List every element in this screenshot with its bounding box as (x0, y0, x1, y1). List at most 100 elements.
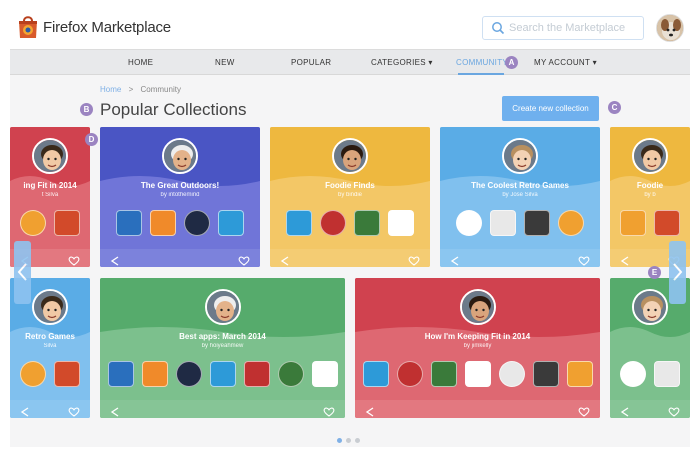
nav-item-popular[interactable]: POPULAR (291, 58, 331, 67)
collection-author: t Silva (41, 192, 59, 198)
app-icon[interactable] (320, 210, 346, 236)
create-collection-button[interactable]: Create new collection (502, 96, 599, 121)
app-icon[interactable] (150, 210, 176, 236)
collection-title[interactable]: Foodie (610, 181, 690, 190)
collection-card[interactable]: The Coolest Retro Games by Jose Silva (440, 127, 600, 267)
app-icon[interactable] (654, 210, 680, 236)
collection-card[interactable]: How I'm Keeping Fit in 2014 by jimkelly (355, 278, 600, 418)
app-icon[interactable] (464, 361, 491, 387)
app-icon[interactable] (20, 210, 46, 236)
carousel-prev-button[interactable] (14, 241, 31, 304)
app-icon[interactable] (20, 361, 46, 387)
collection-card[interactable]: Best apps: March 2014 by hoiyeahmew (100, 278, 345, 418)
app-icon[interactable] (456, 210, 482, 236)
collection-title[interactable]: The Great Outdoors! (100, 181, 260, 190)
collection-author-avatar (332, 138, 368, 174)
nav-item-home[interactable]: HOME (128, 58, 153, 67)
app-icon[interactable] (490, 210, 516, 236)
collection-title[interactable]: The Coolest Retro Games (440, 181, 600, 190)
heart-icon[interactable] (68, 404, 80, 417)
nav-item-categories[interactable]: CATEGORIES ▾ (371, 58, 433, 67)
collection-title[interactable]: Best apps: March 2014 (100, 332, 345, 341)
pagination-dot[interactable] (355, 438, 360, 443)
breadcrumb-current: Community (140, 85, 181, 94)
app-icon[interactable] (175, 361, 202, 387)
collection-card[interactable]: Foodie Finds by bindie (270, 127, 430, 267)
pagination-dot[interactable] (346, 438, 351, 443)
share-icon[interactable] (20, 404, 30, 417)
app-icon[interactable] (116, 210, 142, 236)
app-icon[interactable] (620, 210, 646, 236)
collection-apps (10, 210, 90, 238)
app-icon[interactable] (388, 210, 414, 236)
brand-name[interactable]: Firefox Marketplace (43, 19, 171, 36)
collection-author: by bindie (337, 192, 363, 198)
share-icon[interactable] (110, 404, 120, 417)
app-icon[interactable] (396, 361, 423, 387)
collection-author-avatar (32, 138, 68, 174)
collection-title[interactable]: ing Fit in 2014 (10, 181, 90, 190)
app-icon[interactable] (218, 210, 244, 236)
app-icon[interactable] (54, 361, 80, 387)
share-icon[interactable] (620, 253, 630, 266)
carousel-next-button[interactable] (669, 241, 686, 304)
collection-apps (355, 361, 600, 389)
card-footer (610, 400, 690, 418)
heart-icon[interactable] (578, 404, 590, 417)
app-icon[interactable] (498, 361, 525, 387)
heart-icon[interactable] (323, 404, 335, 417)
chevron-right-icon (673, 263, 683, 281)
app-icon[interactable] (362, 361, 389, 387)
app-icon[interactable] (209, 361, 236, 387)
app-icon[interactable] (558, 210, 584, 236)
collection-author: by intothemind (160, 192, 200, 198)
share-icon[interactable] (365, 404, 375, 417)
nav-item-my-account[interactable]: MY ACCOUNT ▾ (534, 58, 597, 67)
heart-icon[interactable] (668, 404, 680, 417)
collection-title[interactable]: How I'm Keeping Fit in 2014 (355, 332, 600, 341)
app-icon[interactable] (286, 210, 312, 236)
app-icon[interactable] (141, 361, 168, 387)
nav-item-new[interactable]: NEW (215, 58, 235, 67)
heart-icon[interactable] (238, 253, 250, 266)
heart-icon[interactable] (408, 253, 420, 266)
app-icon[interactable] (524, 210, 550, 236)
share-icon[interactable] (450, 253, 460, 266)
collection-author-avatar (502, 138, 538, 174)
card-footer (100, 249, 260, 267)
app-icon[interactable] (107, 361, 134, 387)
app-icon[interactable] (311, 361, 338, 387)
app-icon[interactable] (277, 361, 304, 387)
search-box[interactable] (482, 16, 644, 40)
collection-author: by Jose Silva (502, 192, 538, 198)
app-icon[interactable] (532, 361, 559, 387)
app-icon[interactable] (184, 210, 210, 236)
pagination-dot[interactable] (337, 438, 342, 443)
collection-author-avatar (459, 289, 496, 325)
share-icon[interactable] (620, 404, 630, 417)
collection-apps (270, 210, 430, 238)
app-icon[interactable] (354, 210, 380, 236)
breadcrumb-home-link[interactable]: Home (100, 85, 121, 94)
collection-apps (610, 361, 690, 389)
collection-author: by hoiyeahmew (201, 343, 244, 349)
app-icon[interactable] (243, 361, 270, 387)
collection-title[interactable]: Retro Games (10, 332, 90, 341)
annotation-marker-e: E (648, 266, 661, 279)
heart-icon[interactable] (578, 253, 590, 266)
firefox-marketplace-logo[interactable] (16, 14, 40, 40)
heart-icon[interactable] (68, 253, 80, 266)
collection-title[interactable]: Foodie Finds (270, 181, 430, 190)
app-icon[interactable] (54, 210, 80, 236)
app-icon[interactable] (566, 361, 593, 387)
card-footer (10, 400, 90, 418)
nav-item-community[interactable]: COMMUNITY (456, 58, 508, 67)
collection-card[interactable]: The Great Outdoors! by intothemind (100, 127, 260, 267)
share-icon[interactable] (110, 253, 120, 266)
app-icon[interactable] (620, 361, 646, 387)
share-icon[interactable] (280, 253, 290, 266)
app-icon[interactable] (430, 361, 457, 387)
app-icon[interactable] (654, 361, 680, 387)
user-avatar[interactable] (656, 14, 684, 42)
search-input[interactable] (509, 19, 639, 37)
